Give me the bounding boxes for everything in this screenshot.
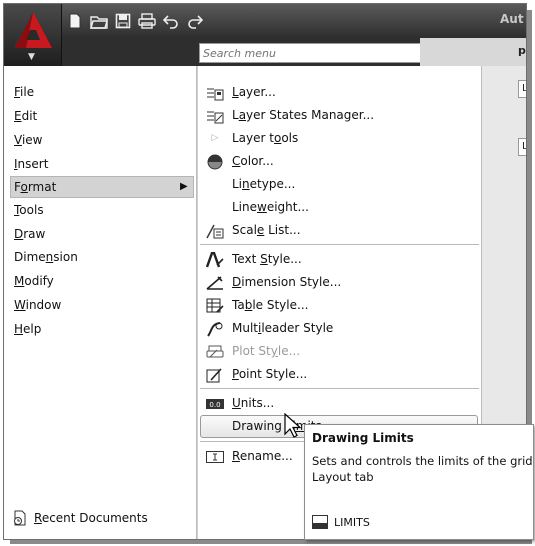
submenu-label: Scale List... [232, 223, 301, 237]
menu-item-edit[interactable]: Edit [14, 105, 37, 127]
submenu-label: Lineweight... [232, 200, 309, 214]
plot-style-icon [206, 343, 224, 360]
multileader-style-icon [206, 320, 224, 337]
search-menu-input[interactable] [199, 43, 454, 63]
menu-item-dimension[interactable]: Dimension [14, 246, 78, 268]
submenu-label: Text Style... [232, 252, 302, 266]
point-style-icon [206, 366, 224, 383]
menu-item-file[interactable]: File [14, 81, 34, 103]
ribbon-tab-fragment: pu [518, 44, 526, 57]
undo-icon[interactable] [162, 12, 180, 30]
submenu-label: Point Style... [232, 367, 308, 381]
menu-item-tools[interactable]: Tools [14, 199, 44, 221]
scale-list-icon [206, 222, 224, 239]
menu-item-view[interactable]: View [14, 129, 42, 151]
units-icon: 0.0 [206, 395, 224, 412]
new-file-icon[interactable] [66, 12, 84, 30]
submenu-item-layer-tools[interactable]: ▷ Layer tools [198, 127, 481, 150]
application-title: Aut [500, 12, 524, 26]
autocad-logo-icon [14, 12, 52, 48]
submenu-arrow-icon: ▶ [180, 181, 188, 192]
layer-states-icon [206, 107, 224, 124]
save-icon[interactable] [114, 12, 132, 30]
table-style-icon [206, 297, 224, 314]
open-documents-label: Open Documents [34, 537, 138, 539]
submenu-label: Units... [232, 396, 275, 410]
submenu-label: Plot Style... [232, 344, 301, 358]
dimension-style-icon [206, 274, 224, 291]
text-style-icon [206, 251, 224, 268]
submenu-item-plot-style: Plot Style... [198, 340, 481, 363]
ribbon-field-fragment[interactable]: La [518, 80, 526, 98]
submenu-item-point-style[interactable]: Point Style... [198, 363, 481, 386]
color-wheel-icon [206, 153, 224, 170]
submenu-item-lineweight[interactable]: Lineweight... [198, 196, 481, 219]
open-documents-icon [12, 536, 28, 540]
menu-item-window[interactable]: Window [14, 294, 61, 316]
command-line-icon [312, 515, 328, 529]
tooltip-title: Drawing Limits [312, 431, 414, 445]
ribbon-fragment: pu [420, 38, 526, 66]
menu-item-help[interactable]: Help [14, 318, 41, 340]
recent-documents-icon [14, 510, 26, 526]
menu-item-draw[interactable]: Draw [14, 223, 45, 245]
submenu-label: Layer tools [232, 131, 299, 145]
redo-icon[interactable] [186, 12, 204, 30]
recent-documents-button[interactable]: Recent Documents [8, 506, 194, 530]
command-tooltip: Drawing Limits Sets and controls the lim… [304, 424, 534, 540]
menu-separator [200, 388, 479, 389]
submenu-item-scale-list[interactable]: Scale List... [198, 219, 481, 242]
application-menu-button[interactable]: ▼ [4, 4, 62, 66]
open-documents-button[interactable]: Open Documents [8, 532, 194, 540]
submenu-item-multileader-style[interactable]: Multileader Style [198, 317, 481, 340]
title-bar: Aut [4, 4, 526, 38]
quick-access-toolbar [66, 8, 204, 34]
submenu-item-layer-states-manager[interactable]: Layer States Manager... [198, 104, 481, 127]
submenu-item-table-style[interactable]: Table Style... [198, 294, 481, 317]
menu-item-insert[interactable]: Insert [14, 153, 48, 175]
application-menu: File Edit View Insert Format ▶ Tools Dra… [4, 66, 197, 540]
window-shadow-bottom [10, 540, 532, 544]
submenu-item-color[interactable]: Color... [198, 150, 481, 173]
layer-icon [206, 84, 224, 101]
submenu-item-linetype[interactable]: Linetype... [198, 173, 481, 196]
submenu-item-dimension-style[interactable]: Dimension Style... [198, 271, 481, 294]
open-folder-icon[interactable] [90, 12, 108, 30]
recent-documents-label: Recent Documents [34, 511, 148, 525]
rename-icon [206, 448, 224, 465]
submenu-label: Multileader Style [232, 321, 334, 335]
menu-item-format[interactable]: Format [14, 176, 56, 198]
tooltip-command-name: LIMITS [334, 515, 370, 529]
submenu-label: Linetype... [232, 177, 296, 191]
menu-separator [200, 244, 479, 245]
ribbon-field-fragment[interactable]: L [518, 138, 526, 156]
print-icon[interactable] [138, 12, 156, 30]
submenu-label: Layer... [232, 85, 276, 99]
submenu-label: Table Style... [232, 298, 309, 312]
submenu-label: Layer States Manager... [232, 108, 375, 122]
tooltip-description: Sets and controls the limits of the grid… [312, 454, 533, 484]
submenu-item-units[interactable]: 0.0 Units... [198, 392, 481, 415]
submenu-label: Dimension Style... [232, 275, 342, 289]
menu-item-modify[interactable]: Modify [14, 270, 54, 292]
tooltip-command: LIMITS [312, 515, 370, 529]
submenu-item-layer[interactable]: Layer... [198, 81, 481, 104]
submenu-label: Rename... [232, 449, 293, 463]
mouse-cursor-icon [284, 413, 302, 438]
chevron-down-icon: ▼ [28, 52, 35, 62]
svg-text:0.0: 0.0 [209, 401, 220, 409]
submenu-item-text-style[interactable]: Text Style... [198, 248, 481, 271]
submenu-arrow-icon: ▷ [211, 133, 219, 143]
submenu-label: Color... [232, 154, 274, 168]
